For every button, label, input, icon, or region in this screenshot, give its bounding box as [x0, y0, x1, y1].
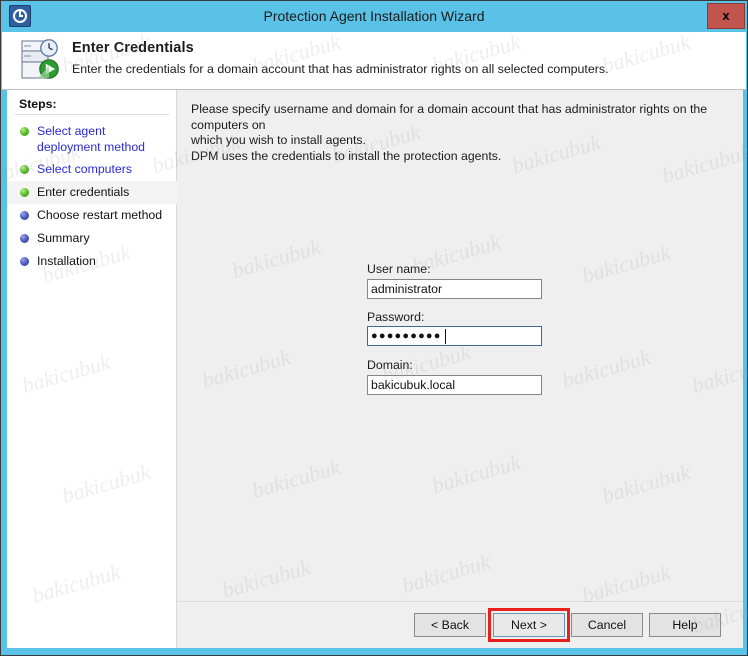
help-button[interactable]: Help	[649, 613, 721, 637]
sidebar-step-enter-credentials[interactable]: Enter credentials	[7, 181, 177, 204]
intro-line-1: Please specify username and domain for a…	[191, 102, 708, 132]
password-input[interactable]: ●●●●●●●●●	[367, 326, 542, 346]
sidebar-step-summary[interactable]: Summary	[7, 227, 177, 250]
domain-label: Domain:	[367, 358, 413, 372]
sidebar-step-label: Select agent deployment method	[37, 124, 146, 154]
close-button[interactable]: x	[707, 3, 745, 29]
next-button[interactable]: Next >	[493, 613, 565, 637]
server-clock-deploy-icon	[21, 39, 59, 79]
sidebar-step-label: Summary	[37, 231, 90, 245]
sidebar-step-label: Choose restart method	[37, 208, 163, 222]
domain-input[interactable]: bakicubuk.local	[367, 375, 542, 395]
content-panel: Please specify username and domain for a…	[177, 90, 743, 602]
sidebar-step-choose-restart-method[interactable]: Choose restart method	[7, 204, 177, 227]
password-label: Password:	[367, 310, 425, 324]
sidebar-step-installation[interactable]: Installation	[7, 250, 177, 273]
green-bullet-icon	[20, 165, 29, 174]
password-masked-value: ●●●●●●●●●	[371, 330, 442, 342]
title-bar: Protection Agent Installation Wizard x	[1, 1, 747, 32]
sidebar-step-label: Select computers	[37, 162, 133, 176]
sidebar-step-label: Installation	[37, 254, 96, 268]
steps-heading: Steps:	[19, 97, 57, 111]
text-caret	[445, 329, 446, 344]
green-bullet-icon	[20, 127, 29, 136]
header-title: Enter Credentials	[72, 40, 194, 56]
intro-text: Please specify username and domain for a…	[191, 102, 719, 164]
green-bullet-icon	[20, 188, 29, 197]
blue-bullet-icon	[20, 211, 29, 220]
sidebar-step-label: Enter credentials	[37, 185, 130, 199]
wizard-body: Steps: Select agent deployment method Sel…	[7, 90, 743, 648]
header-subtitle: Enter the credentials for a domain accou…	[72, 62, 609, 76]
cancel-button[interactable]: Cancel	[571, 613, 643, 637]
username-input[interactable]: administrator	[367, 279, 542, 299]
username-label: User name:	[367, 262, 431, 276]
intro-line-3: DPM uses the credentials to install the …	[191, 148, 502, 163]
steps-divider	[15, 114, 169, 115]
button-bar: < Back Next > Cancel Help	[177, 602, 743, 648]
window-title: Protection Agent Installation Wizard	[263, 8, 485, 24]
wizard-window: Protection Agent Installation Wizard x E…	[0, 0, 748, 656]
blue-bullet-icon	[20, 257, 29, 266]
steps-list: Select agent deployment method Select com…	[7, 120, 177, 273]
back-button[interactable]: < Back	[414, 613, 486, 637]
sidebar-step-select-computers[interactable]: Select computers	[7, 158, 177, 181]
wizard-header: Enter Credentials Enter the credentials …	[2, 32, 746, 90]
blue-bullet-icon	[20, 234, 29, 243]
sidebar-step-select-agent-deployment-method[interactable]: Select agent deployment method	[7, 120, 177, 158]
intro-line-2: which you wish to install agents.	[191, 133, 366, 147]
steps-sidebar: Steps: Select agent deployment method Sel…	[7, 90, 177, 648]
